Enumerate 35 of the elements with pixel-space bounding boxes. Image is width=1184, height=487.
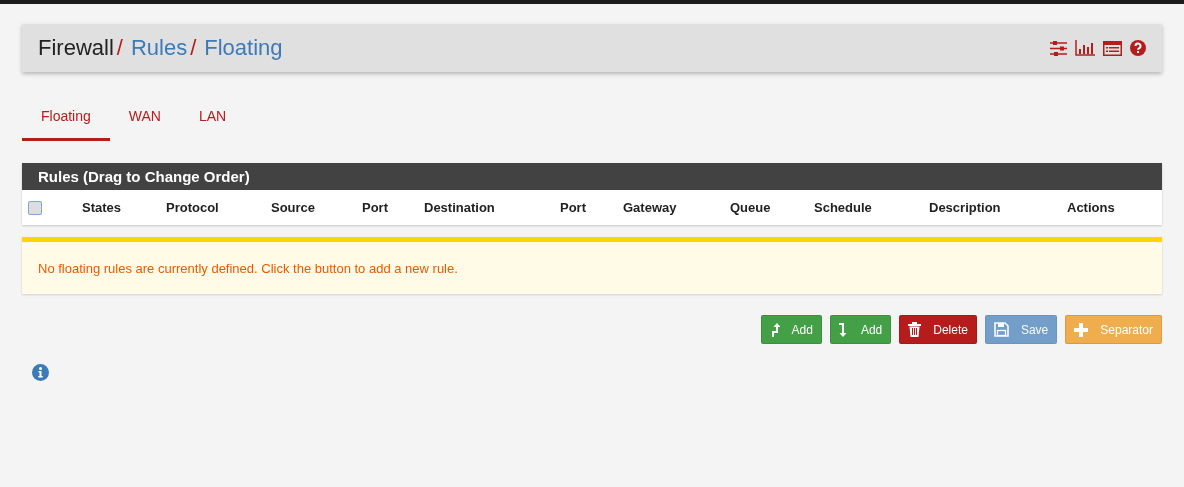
breadcrumb-separator: / <box>116 35 123 61</box>
column-header: Port <box>560 200 587 215</box>
sliders-icon[interactable] <box>1050 40 1067 56</box>
column-header: Port <box>362 200 389 215</box>
tab[interactable]: Floating <box>22 100 110 141</box>
delete-button[interactable]: Delete <box>899 315 977 344</box>
column-header: States <box>82 200 123 215</box>
column-header: Schedule <box>814 200 873 215</box>
add-top-button[interactable]: Add <box>760 315 822 344</box>
separator-button[interactable]: Separator <box>1065 315 1162 344</box>
empty-rules-alert: No floating rules are currently defined. Click the button to add a new rule. <box>22 237 1162 294</box>
panel-title: Rules (Drag to Change Order) <box>22 163 1162 190</box>
info-icon[interactable] <box>32 364 49 381</box>
breadcrumb-link[interactable]: Rules <box>130 35 188 61</box>
column-header: Queue <box>730 200 772 215</box>
column-header: Destination <box>424 200 496 215</box>
column-header: Gateway <box>623 200 678 215</box>
breadcrumb-text: Firewall <box>38 35 114 61</box>
trash-icon <box>908 322 922 337</box>
add-bottom-button[interactable]: Add <box>829 315 892 344</box>
tab[interactable]: WAN <box>109 100 180 141</box>
column-header: Description <box>929 200 1002 215</box>
breadcrumb-separator: / <box>190 35 197 61</box>
column-header: Source <box>271 200 317 215</box>
plus-icon <box>1074 322 1089 337</box>
help-icon[interactable] <box>1130 40 1146 56</box>
column-header: Protocol <box>166 200 220 215</box>
breadcrumb-link[interactable]: Floating <box>204 35 283 61</box>
column-header: Actions <box>1067 200 1116 215</box>
tab[interactable]: LAN <box>179 100 246 141</box>
arrow-up-icon <box>769 322 780 337</box>
select-all-checkbox[interactable] <box>28 200 42 215</box>
arrow-down-icon <box>838 322 849 337</box>
list-icon[interactable] <box>1103 40 1122 56</box>
bar-chart-icon[interactable] <box>1075 40 1095 56</box>
